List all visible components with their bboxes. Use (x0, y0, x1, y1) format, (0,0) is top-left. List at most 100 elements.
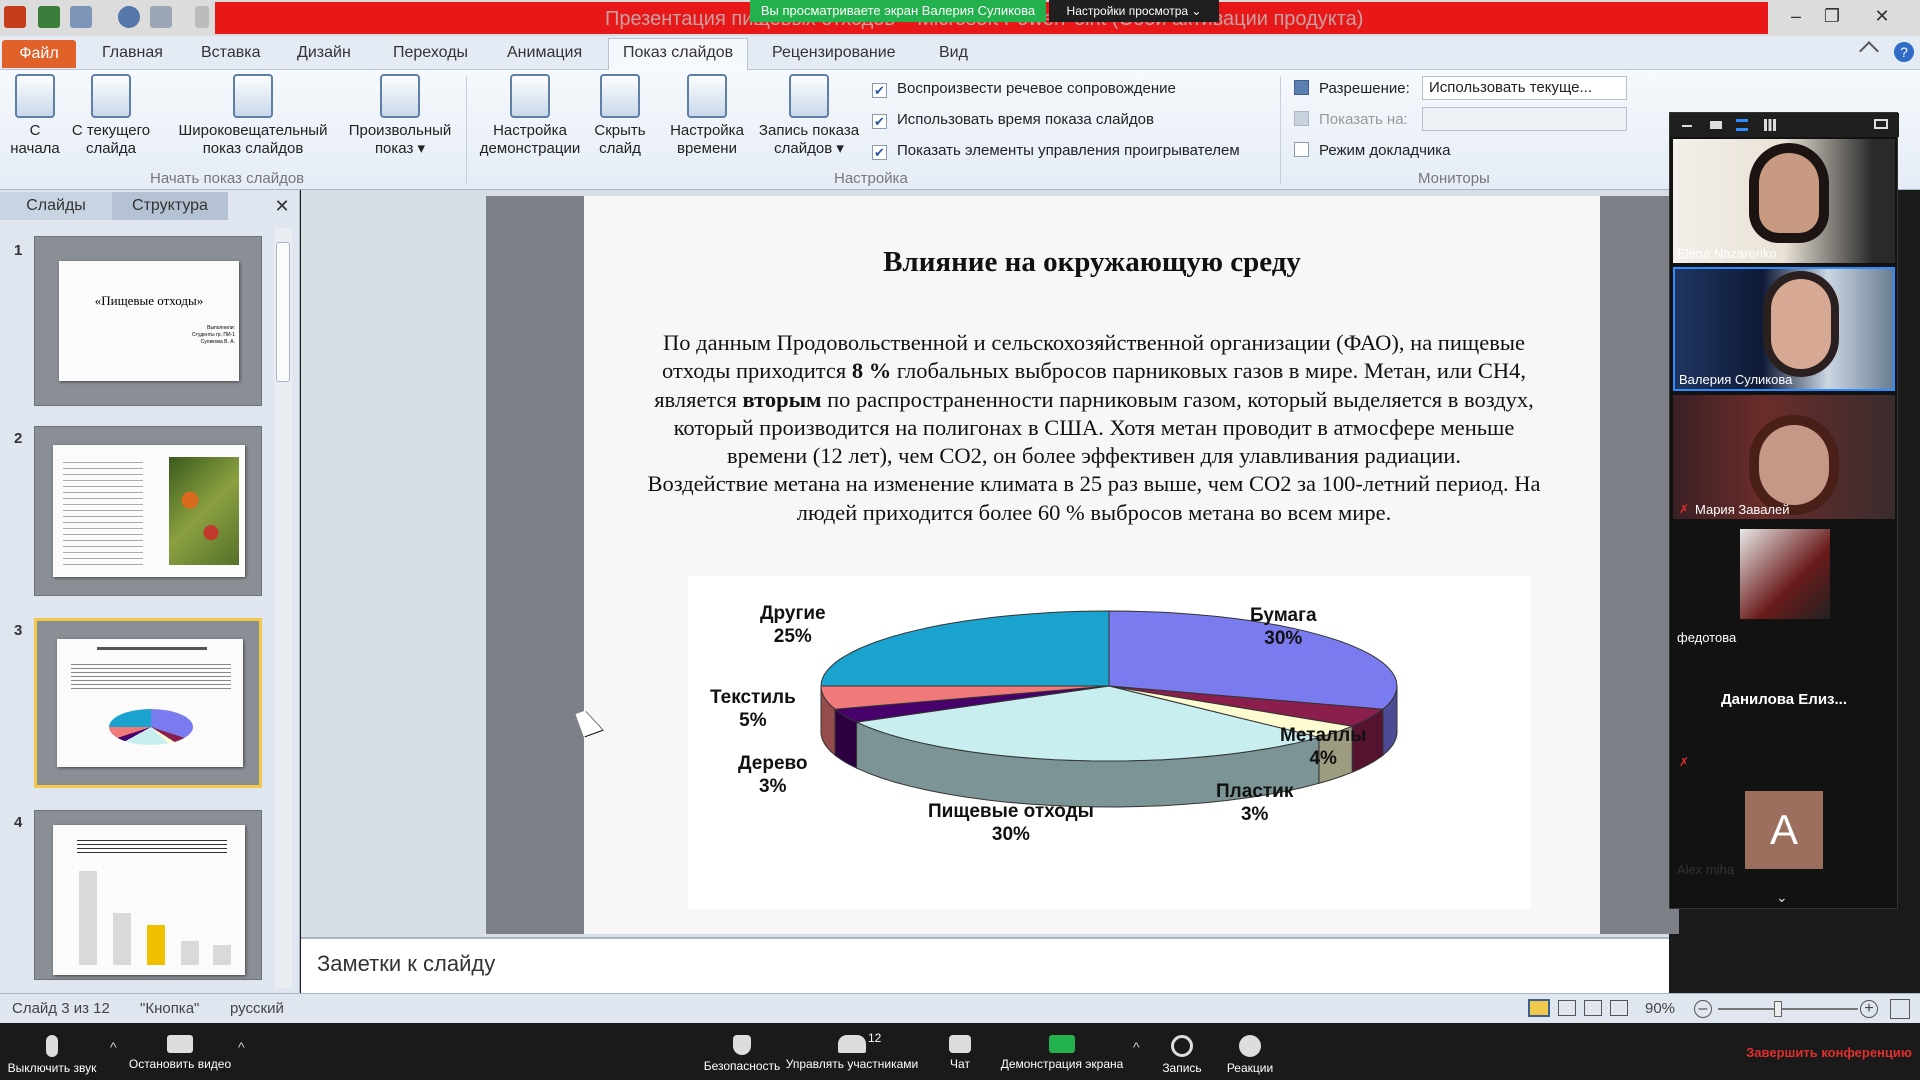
video-tile[interactable]: Мария Завалей ✗ (1673, 395, 1895, 519)
scrollbar-thumb[interactable] (276, 242, 290, 382)
checkbox-box[interactable]: ✔ (872, 145, 887, 160)
resolution-select[interactable]: Использовать текуще... (1422, 76, 1627, 100)
pie-label-2: Пластик 3% (1216, 781, 1294, 825)
stop-video-button[interactable]: Остановить видео (128, 1023, 232, 1080)
participant-face (1771, 279, 1831, 369)
reading-view-icon[interactable] (1584, 1000, 1602, 1016)
font-icon[interactable] (150, 6, 172, 28)
participants-button[interactable]: Управлять участниками (782, 1023, 922, 1080)
reactions-label: Реакции (1226, 1061, 1274, 1075)
record-button[interactable]: Запись (1152, 1023, 1212, 1080)
from-start-button[interactable]: С начала (6, 74, 64, 158)
tab-insert[interactable]: Вставка (201, 44, 260, 62)
tab-review[interactable]: Рецензирование (772, 44, 896, 62)
collapse-ribbon-icon[interactable] (1859, 41, 1879, 61)
media-controls-checkbox[interactable]: ✔ Показать элементы управления проигрыват… (872, 142, 1240, 160)
fit-slide-icon[interactable] (1890, 999, 1910, 1019)
tab-slideshow[interactable]: Показ слайдов (623, 44, 733, 62)
tab-animation[interactable]: Анимация (507, 44, 582, 62)
tab-design[interactable]: Дизайн (297, 44, 351, 62)
customize-qa-icon[interactable] (195, 6, 209, 28)
slideshow-view-icon[interactable] (1610, 1000, 1628, 1016)
slide-thumbnail-1[interactable]: «Пищевые отходы» Выполнили: Студенты гр.… (34, 236, 262, 406)
presenter-view-checkbox[interactable]: Режим докладчика (1294, 142, 1451, 159)
slide-thumbnail-4[interactable] (34, 810, 262, 980)
tab-slides[interactable]: Слайды (0, 192, 112, 220)
sorter-view-icon[interactable] (1558, 1000, 1576, 1016)
end-meeting-button[interactable]: Завершить конференцию (1740, 1045, 1912, 1060)
tab-outline[interactable]: Структура (112, 192, 228, 220)
slides-pane: Слайды Структура ✕ 1 «Пищевые отходы» Вы… (0, 190, 300, 993)
close-pane-icon[interactable]: ✕ (270, 192, 294, 220)
security-button[interactable]: Безопасность (700, 1023, 784, 1080)
setup-show-button[interactable]: Настройка демонстрации (474, 74, 586, 158)
undo-icon[interactable] (70, 6, 92, 28)
setup-label: Настройка демонстрации (479, 122, 581, 157)
normal-view-icon[interactable] (1528, 999, 1550, 1017)
participant-name: Валерия Суликова (1679, 372, 1793, 387)
rehearse-timings-button[interactable]: Настройка времени (664, 74, 750, 158)
slide-thumbnail-2[interactable] (34, 426, 262, 596)
chevron-down-icon[interactable]: ⌄ (1776, 889, 1788, 906)
view-settings-button[interactable]: Настройки просмотра ⌄ (1049, 0, 1219, 22)
video-tile-active-speaker[interactable]: Валерия Суликова (1673, 267, 1895, 391)
video-tile[interactable]: Данилова Елиз... ✗ (1673, 651, 1895, 775)
video-tile[interactable]: федотова (1673, 523, 1895, 647)
mute-button[interactable]: Выключить звук (0, 1023, 104, 1080)
hide-slide-button[interactable]: Скрыть слайд (588, 74, 652, 158)
slides-scrollbar[interactable] (274, 228, 292, 988)
strip-view-icon[interactable] (1736, 119, 1748, 131)
pie-label-3: Пищевые отходы 30% (928, 801, 1094, 845)
checkbox-box[interactable]: ✔ (872, 114, 887, 129)
custom-show-button[interactable]: Произвольный показ ▾ (340, 74, 460, 158)
slide-title[interactable]: Влияние на окружающую среду (584, 246, 1600, 279)
share-screen-button[interactable]: Демонстрация экрана (996, 1023, 1128, 1080)
security-label: Безопасность (703, 1059, 781, 1073)
language[interactable]: русский (230, 1000, 284, 1017)
from-current-button[interactable]: С текущего слайда (66, 74, 156, 158)
slide-thumbnail-3[interactable] (34, 618, 262, 788)
close-button[interactable]: ✕ (1862, 4, 1902, 28)
gallery-view-icon[interactable] (1764, 119, 1776, 131)
tab-home[interactable]: Главная (102, 44, 163, 62)
slide-body-text[interactable]: По данным Продовольственной и сельскохоз… (644, 329, 1544, 527)
share-options-chevron-icon[interactable]: ^ (1133, 1039, 1140, 1055)
maximize-button[interactable]: ❐ (1812, 4, 1852, 28)
redo-icon[interactable] (118, 6, 140, 28)
tab-file[interactable]: Файл (2, 40, 76, 68)
video-options-chevron-icon[interactable]: ^ (238, 1039, 245, 1055)
minimize-button[interactable]: – (1776, 4, 1816, 28)
checkbox-box[interactable]: ✔ (872, 83, 887, 98)
chat-button[interactable]: Чат (930, 1023, 990, 1080)
timings-checkbox[interactable]: ✔ Использовать время показа слайдов (872, 111, 1154, 129)
exit-panel-icon[interactable] (1874, 119, 1888, 129)
broadcast-icon (233, 74, 273, 118)
show-on-label: Показать на: (1319, 111, 1408, 128)
help-icon[interactable]: ? (1894, 42, 1914, 62)
speaker-view-icon[interactable] (1710, 121, 1722, 129)
video-tile[interactable]: A Alex miha (1673, 779, 1895, 879)
record-show-button[interactable]: Запись показа слайдов ▾ (752, 74, 866, 158)
narration-checkbox[interactable]: ✔ Воспроизвести речевое сопровождение (872, 80, 1176, 98)
pie-label-1: Металлы 4% (1280, 725, 1367, 769)
zoom-in-icon[interactable]: + (1860, 1000, 1878, 1018)
reactions-button[interactable]: Реакции (1218, 1023, 1282, 1080)
presenter-label: Режим докладчика (1319, 142, 1451, 159)
broadcast-button[interactable]: Широковещательный показ слайдов (170, 74, 336, 158)
stopwatch-icon (789, 74, 829, 118)
save-icon[interactable] (38, 6, 60, 28)
zoom-out-icon[interactable]: – (1694, 1000, 1712, 1018)
notes-pane[interactable]: Заметки к слайду (301, 937, 1669, 993)
video-tile[interactable]: Elena Nazarenko (1673, 139, 1895, 263)
checkbox-box[interactable] (1294, 142, 1309, 157)
tab-view[interactable]: Вид (939, 44, 968, 62)
pie-chart[interactable]: Бумага 30% Металлы 4% Пластик 3% Пищевые от… (688, 576, 1531, 909)
minimize-video-icon[interactable] (1682, 125, 1692, 127)
zoom-level[interactable]: 90% (1645, 1000, 1675, 1017)
tab-transitions[interactable]: Переходы (393, 44, 468, 62)
show-on-select[interactable] (1422, 107, 1627, 131)
audio-options-chevron-icon[interactable]: ^ (110, 1039, 117, 1055)
slide-canvas[interactable]: Влияние на окружающую среду По данным Пр… (584, 196, 1600, 934)
zoom-slider-handle[interactable] (1774, 1001, 1782, 1017)
zoom-slider[interactable] (1718, 1008, 1858, 1010)
